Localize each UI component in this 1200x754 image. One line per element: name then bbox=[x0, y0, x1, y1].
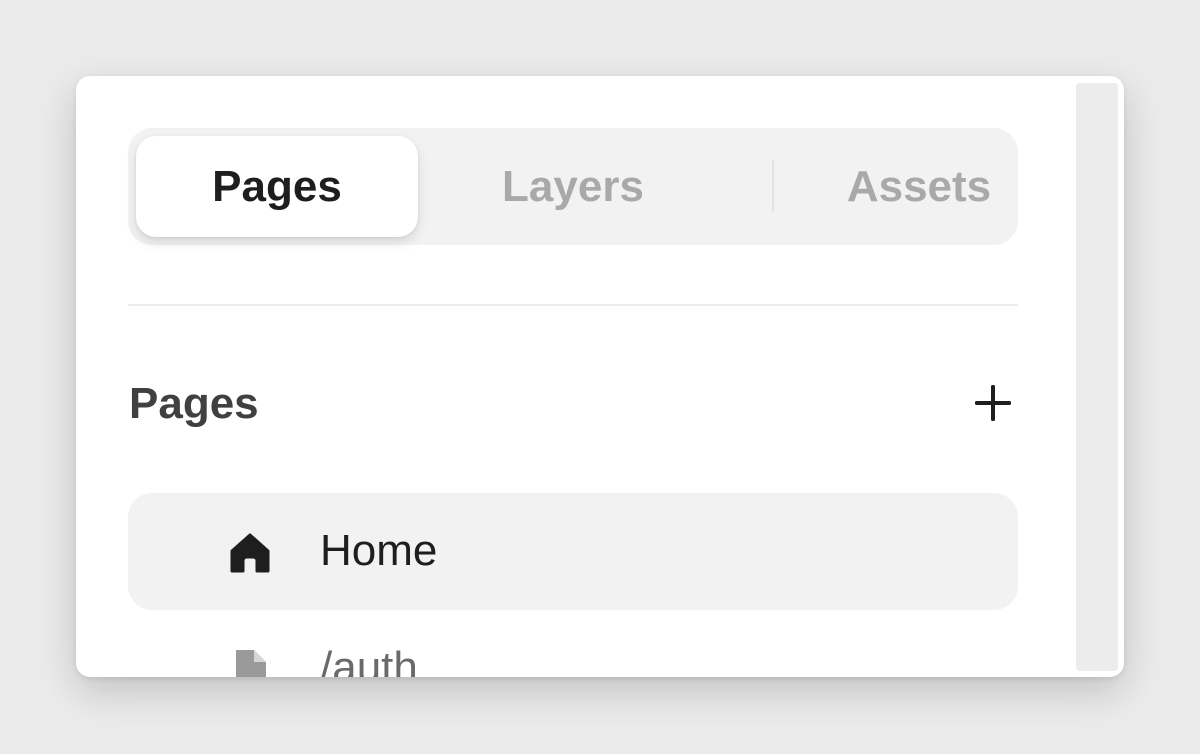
tab-assets[interactable]: Assets bbox=[784, 128, 1054, 245]
home-icon bbox=[230, 533, 270, 573]
scrollbar[interactable] bbox=[1076, 83, 1118, 671]
pages-section-title: Pages bbox=[129, 379, 259, 428]
plus-icon bbox=[975, 385, 1011, 421]
page-item-home[interactable]: Home bbox=[128, 493, 1018, 610]
page-item-auth[interactable]: /auth bbox=[128, 610, 1018, 677]
page-item-label: /auth bbox=[320, 643, 418, 677]
tab-layers[interactable]: Layers bbox=[428, 128, 718, 245]
tab-divider bbox=[772, 160, 774, 212]
tab-pages[interactable]: Pages bbox=[136, 136, 418, 237]
panel-tab-switcher: Pages Layers Assets bbox=[128, 128, 1018, 245]
section-divider bbox=[128, 304, 1018, 306]
file-icon bbox=[236, 650, 266, 677]
add-page-button[interactable] bbox=[966, 376, 1020, 430]
pages-panel: Pages Layers Assets Pages Home /auth bbox=[76, 76, 1124, 677]
page-item-label: Home bbox=[320, 526, 438, 575]
